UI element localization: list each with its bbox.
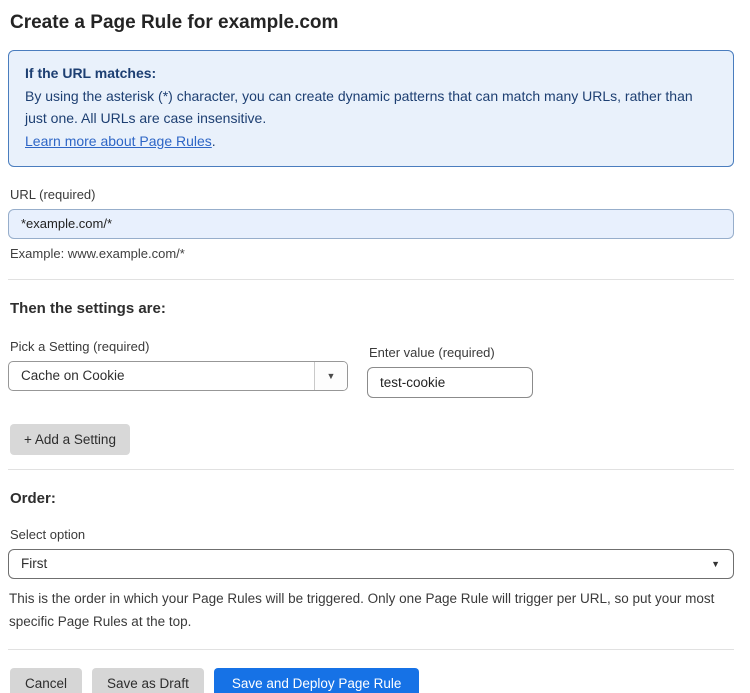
enter-value-label: Enter value (required) [369,344,495,360]
chevron-down-icon: ▼ [711,558,720,569]
enter-value-column: Enter value (required) [367,339,533,398]
setting-value-input[interactable] [367,366,533,398]
order-select-label: Select option [10,526,86,542]
pick-setting-column: Pick a Setting (required) Cache on Cooki… [8,339,348,391]
chevron-down-icon[interactable]: ▼ [314,361,347,390]
add-setting-button[interactable]: + Add a Setting [10,423,130,455]
save-and-deploy-button[interactable]: Save and Deploy Page Rule [213,668,420,693]
url-field-label: URL (required) [10,186,96,202]
link-period: . [211,133,216,150]
page-title: Create a Page Rule for example.com [10,12,339,33]
order-help-text: This is the order in which your Page Rul… [9,590,715,629]
order-section-heading: Order: [10,489,56,507]
url-matches-info-box: If the URL matches: By using the asteris… [8,50,734,167]
settings-row: Pick a Setting (required) Cache on Cooki… [8,339,734,398]
info-box-heading: If the URL matches: [25,65,157,81]
url-input[interactable] [8,208,734,239]
save-as-draft-button[interactable]: Save as Draft [92,668,204,693]
divider [8,649,734,651]
divider [8,278,734,280]
cancel-button[interactable]: Cancel [10,668,83,693]
learn-more-link[interactable]: Learn more about Page Rules [25,133,212,149]
divider [8,468,734,470]
info-box-body: By using the asterisk (*) character, you… [25,87,693,127]
order-selected-value: First [21,556,48,572]
pick-setting-label: Pick a Setting (required) [10,338,150,354]
order-dropdown[interactable]: First ▼ [8,548,734,579]
url-example-text: Example: www.example.com/* [10,245,185,261]
create-page-rule-form: Create a Page Rule for example.com If th… [0,0,750,693]
pick-setting-selected-value: Cache on Cookie [21,368,125,384]
settings-section-heading: Then the settings are: [10,299,166,317]
pick-setting-dropdown[interactable]: Cache on Cookie ▼ [8,360,348,391]
info-box-link-line: Learn more about Page Rules. [25,130,717,153]
footer-actions: Cancel Save as Draft Save and Deploy Pag… [10,668,750,693]
